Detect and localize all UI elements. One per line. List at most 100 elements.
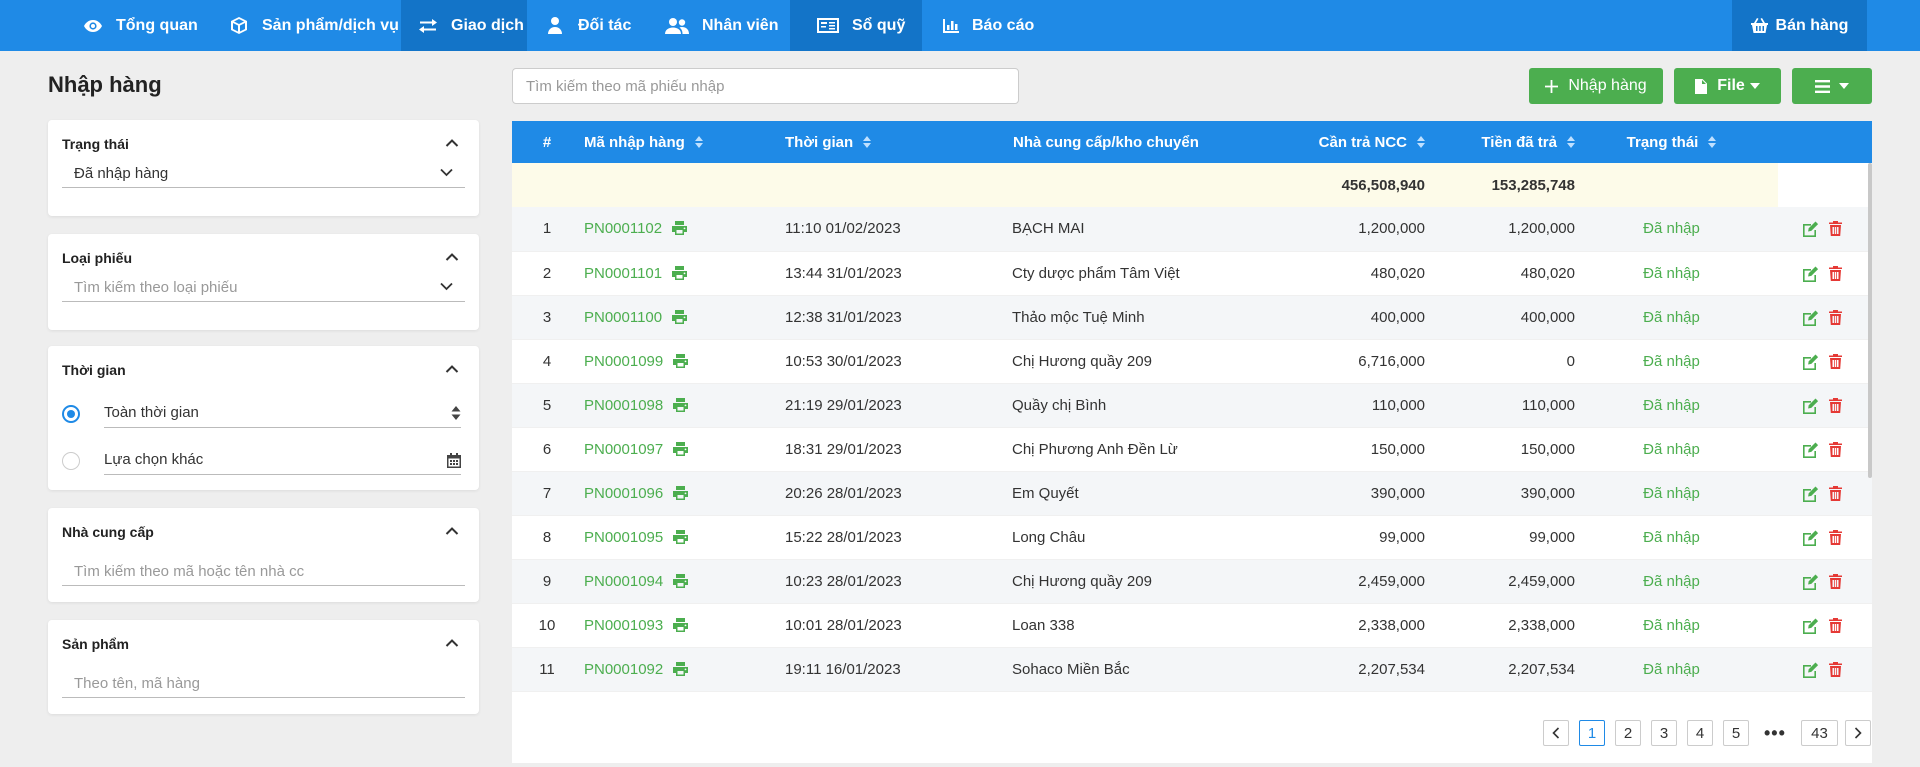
printer-icon[interactable] bbox=[673, 529, 689, 544]
col-time-header[interactable]: Thời gian bbox=[782, 121, 1010, 163]
receipt-code-link[interactable]: PN0001092 bbox=[584, 661, 663, 678]
nav-item-reports[interactable]: Báo cáo bbox=[924, 0, 1034, 51]
receipt-code-link[interactable]: PN0001097 bbox=[584, 441, 663, 458]
edit-icon[interactable] bbox=[1802, 398, 1819, 414]
edit-icon[interactable] bbox=[1802, 486, 1819, 502]
table-row[interactable]: 3 PN0001100 12:38 31/01/2023 Thảo mộc Tuệ M… bbox=[512, 295, 1872, 340]
chevron-up-icon[interactable] bbox=[445, 636, 459, 650]
time-option-all-field[interactable]: Toàn thời gian bbox=[104, 398, 461, 428]
trash-icon[interactable] bbox=[1829, 397, 1842, 413]
col-code-header[interactable]: Mã nhập hàng bbox=[582, 121, 782, 163]
page-last-button[interactable]: 43 bbox=[1801, 720, 1838, 746]
menu-button[interactable] bbox=[1792, 68, 1872, 104]
trash-icon[interactable] bbox=[1829, 573, 1842, 589]
file-button[interactable]: File bbox=[1674, 68, 1781, 104]
page-2-button[interactable]: 2 bbox=[1615, 720, 1641, 746]
printer-icon[interactable] bbox=[672, 309, 688, 324]
edit-icon[interactable] bbox=[1802, 266, 1819, 282]
receipt-search-input[interactable] bbox=[512, 68, 1019, 104]
time-option-custom-field[interactable]: Lựa chọn khác bbox=[104, 445, 461, 475]
trash-icon[interactable] bbox=[1829, 661, 1842, 677]
time-option-custom[interactable]: Lựa chọn khác bbox=[62, 445, 461, 475]
printer-icon[interactable] bbox=[672, 265, 688, 280]
page-4-button[interactable]: 4 bbox=[1687, 720, 1713, 746]
table-row[interactable]: 7 PN0001096 20:26 28/01/2023 Em Quyết 390,00… bbox=[512, 471, 1872, 516]
table-row[interactable]: 5 PN0001098 21:19 29/01/2023 Quầy chị Bình 1… bbox=[512, 383, 1872, 428]
trash-icon[interactable] bbox=[1829, 485, 1842, 501]
nav-item-products[interactable]: Sản phẩm/dịch vụ bbox=[212, 0, 399, 51]
next-page-button[interactable] bbox=[1845, 720, 1871, 746]
nav-item-partners[interactable]: Đối tác bbox=[528, 0, 631, 51]
table-scrollbar[interactable] bbox=[1868, 163, 1872, 478]
receipt-code-link[interactable]: PN0001101 bbox=[584, 265, 662, 282]
chevron-up-icon[interactable] bbox=[445, 362, 459, 376]
printer-icon[interactable] bbox=[673, 573, 689, 588]
trash-icon[interactable] bbox=[1829, 309, 1842, 325]
receipt-code-link[interactable]: PN0001102 bbox=[584, 220, 662, 237]
time-option-all[interactable]: Toàn thời gian bbox=[62, 398, 461, 428]
filter-receipt-type-select[interactable]: Tìm kiếm theo loại phiếu bbox=[62, 274, 465, 302]
row-supplier: Thảo mộc Tuệ Minh bbox=[1010, 295, 1220, 340]
printer-icon[interactable] bbox=[673, 441, 689, 456]
nav-item-transactions[interactable]: Giao dịch bbox=[401, 0, 527, 51]
row-due: 99,000 bbox=[1220, 515, 1435, 560]
nav-item-employees[interactable]: Nhân viên bbox=[648, 0, 778, 51]
product-search-input[interactable]: Theo tên, mã hàng bbox=[62, 670, 465, 698]
trash-icon[interactable] bbox=[1829, 353, 1842, 369]
chevron-up-icon[interactable] bbox=[445, 250, 459, 264]
receipt-code-link[interactable]: PN0001093 bbox=[584, 617, 663, 634]
receipt-code-link[interactable]: PN0001098 bbox=[584, 397, 663, 414]
col-paid-header[interactable]: Tiền đã trả bbox=[1435, 121, 1585, 163]
printer-icon[interactable] bbox=[673, 485, 689, 500]
sell-button[interactable]: Bán hàng bbox=[1732, 0, 1867, 51]
table-row[interactable]: 8 PN0001095 15:22 28/01/2023 Long Châu 99,00… bbox=[512, 515, 1872, 560]
edit-icon[interactable] bbox=[1802, 574, 1819, 590]
edit-icon[interactable] bbox=[1802, 310, 1819, 326]
calendar-icon[interactable] bbox=[447, 453, 461, 468]
page-5-button[interactable]: 5 bbox=[1723, 720, 1749, 746]
trash-icon[interactable] bbox=[1829, 221, 1842, 237]
chevron-up-icon[interactable] bbox=[445, 136, 459, 150]
table-row[interactable]: 2 PN0001101 13:44 31/01/2023 Cty dược phẩm … bbox=[512, 251, 1872, 296]
nav-item-cashbook[interactable]: Sổ quỹ bbox=[790, 0, 922, 51]
table-row[interactable]: 9 PN0001094 10:23 28/01/2023 Chị Hương quầy… bbox=[512, 559, 1872, 604]
table-row[interactable]: 4 PN0001099 10:53 30/01/2023 Chị Hương quầy… bbox=[512, 339, 1872, 384]
printer-icon[interactable] bbox=[673, 353, 689, 368]
edit-icon[interactable] bbox=[1802, 662, 1819, 678]
filter-status-select[interactable]: Đã nhập hàng bbox=[62, 160, 465, 188]
receipt-code-link[interactable]: PN0001096 bbox=[584, 485, 663, 502]
radio-all-time[interactable] bbox=[62, 405, 80, 423]
edit-icon[interactable] bbox=[1802, 618, 1819, 634]
table-row[interactable]: 10 PN0001093 10:01 28/01/2023 Loan 338 2,338… bbox=[512, 603, 1872, 648]
printer-icon[interactable] bbox=[673, 397, 689, 412]
import-button[interactable]: Nhập hàng bbox=[1529, 68, 1663, 104]
supplier-search-input[interactable]: Tìm kiếm theo mã hoặc tên nhà cc bbox=[62, 558, 465, 586]
trash-icon[interactable] bbox=[1829, 617, 1842, 633]
edit-icon[interactable] bbox=[1802, 530, 1819, 546]
trash-icon[interactable] bbox=[1829, 529, 1842, 545]
receipt-code-link[interactable]: PN0001094 bbox=[584, 573, 663, 590]
edit-icon[interactable] bbox=[1802, 442, 1819, 458]
receipt-code-link[interactable]: PN0001100 bbox=[584, 309, 662, 326]
table-row[interactable]: 11 PN0001092 19:11 16/01/2023 Sohaco Miền B… bbox=[512, 647, 1872, 692]
trash-icon[interactable] bbox=[1829, 265, 1842, 281]
printer-icon[interactable] bbox=[672, 221, 688, 236]
edit-icon[interactable] bbox=[1802, 221, 1819, 238]
radio-custom-time[interactable] bbox=[62, 452, 80, 470]
col-status-header[interactable]: Trạng thái bbox=[1585, 121, 1778, 163]
printer-icon[interactable] bbox=[673, 617, 689, 632]
prev-page-button[interactable] bbox=[1543, 720, 1569, 746]
table-row[interactable]: 6 PN0001097 18:31 29/01/2023 Chị Phương Anh… bbox=[512, 427, 1872, 472]
chevron-up-icon[interactable] bbox=[445, 524, 459, 538]
receipt-code-link[interactable]: PN0001095 bbox=[584, 529, 663, 546]
edit-icon[interactable] bbox=[1802, 354, 1819, 370]
page-3-button[interactable]: 3 bbox=[1651, 720, 1677, 746]
id-card-icon bbox=[816, 17, 840, 35]
trash-icon[interactable] bbox=[1829, 441, 1842, 457]
nav-item-overview[interactable]: Tổng quan bbox=[66, 0, 198, 51]
receipt-code-link[interactable]: PN0001099 bbox=[584, 353, 663, 370]
table-row[interactable]: 1 PN0001102 11:10 01/02/2023 BẠCH MAI 1,200,… bbox=[512, 207, 1872, 252]
col-due-header[interactable]: Cần trả NCC bbox=[1220, 121, 1435, 163]
printer-icon[interactable] bbox=[673, 661, 689, 676]
page-1-button[interactable]: 1 bbox=[1579, 720, 1605, 746]
